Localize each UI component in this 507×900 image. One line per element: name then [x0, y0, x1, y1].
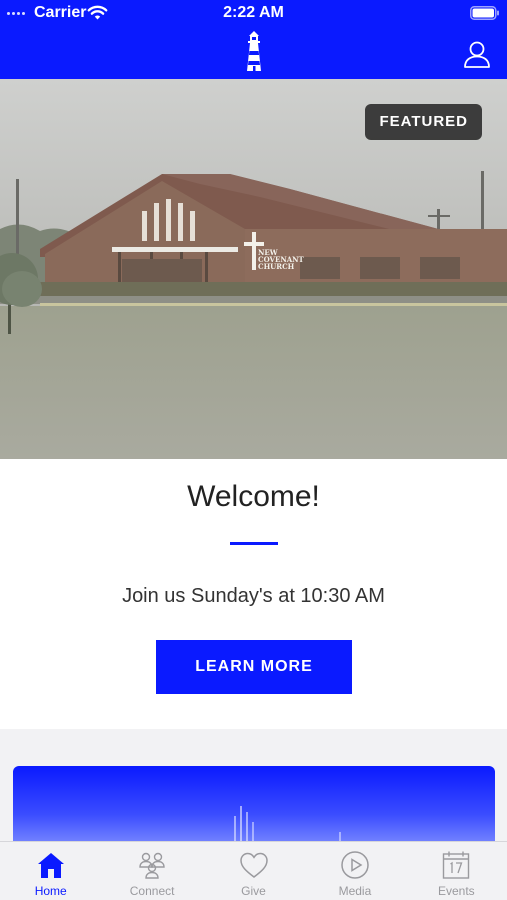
tab-bar: Home Connect Give Media Events	[0, 841, 507, 900]
app-header: Carrier 2:22 AM	[0, 0, 507, 79]
learn-more-button[interactable]: LEARN MORE	[156, 640, 352, 694]
calendar-icon	[443, 851, 470, 879]
play-icon	[341, 851, 369, 879]
church-sign-line-3: CHURCH	[258, 262, 295, 271]
heart-icon	[239, 852, 268, 878]
home-icon	[37, 853, 64, 878]
lighthouse-icon[interactable]	[241, 29, 267, 73]
welcome-card: Welcome! Join us Sunday's at 10:30 AM LE…	[0, 459, 507, 729]
tab-home[interactable]: Home	[0, 842, 101, 900]
battery-icon	[470, 6, 499, 20]
status-bar: Carrier 2:22 AM	[0, 0, 507, 26]
tab-give[interactable]: Give	[203, 842, 304, 900]
user-icon[interactable]	[463, 40, 491, 68]
tab-connect-label: Connect	[129, 884, 175, 898]
tab-connect[interactable]: Connect	[101, 842, 202, 900]
welcome-title: Welcome!	[187, 480, 320, 513]
app-root: Carrier 2:22 AM NEW COVENANT CHURCH FEAT…	[0, 0, 507, 900]
home-feed[interactable]: NEW COVENANT CHURCH FEATURED Welcome! Jo…	[0, 79, 507, 841]
tab-media[interactable]: Media	[304, 842, 405, 900]
featured-hero-card[interactable]: NEW COVENANT CHURCH FEATURED	[0, 79, 507, 459]
tab-events-label: Events	[437, 884, 475, 898]
featured-badge: FEATURED	[365, 104, 482, 140]
clock-label: 2:22 AM	[223, 4, 284, 21]
audio-waveform-graphic	[234, 806, 341, 846]
tab-media-label: Media	[338, 884, 372, 898]
people-icon	[139, 852, 165, 879]
tab-give-label: Give	[241, 884, 266, 898]
tab-home-label: Home	[34, 884, 67, 898]
tab-events[interactable]: Events	[406, 842, 507, 900]
title-underline	[230, 542, 278, 545]
service-time-text: Join us Sunday's at 10:30 AM	[122, 585, 385, 607]
